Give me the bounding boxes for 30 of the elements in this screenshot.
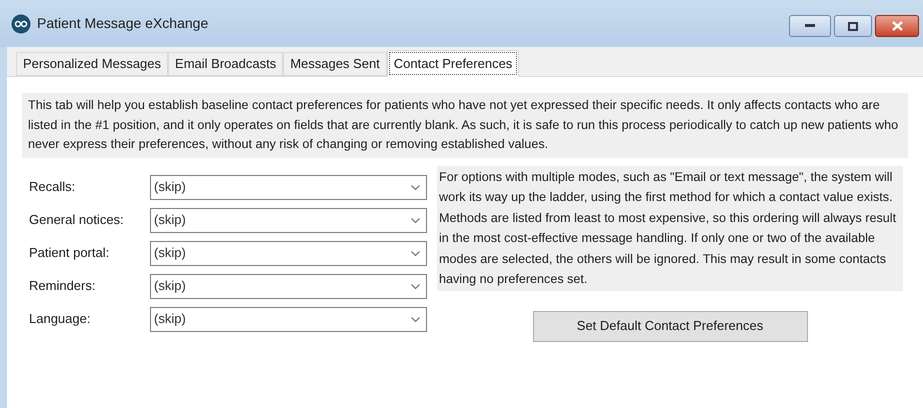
maximize-icon: [848, 22, 858, 30]
minimize-button[interactable]: [789, 15, 831, 37]
chevron-down-icon: [411, 218, 420, 222]
maximize-button[interactable]: [834, 15, 872, 37]
window-title: Patient Message eXchange: [37, 14, 208, 33]
chevron-down-icon: [411, 184, 420, 190]
dropdown[interactable]: (skip): [150, 274, 427, 298]
field-label: Language:: [29, 310, 92, 328]
tab[interactable]: Contact Preferences: [386, 50, 520, 77]
field-label: Recalls:: [29, 178, 76, 196]
tab[interactable]: Email Broadcasts: [168, 52, 284, 76]
intro-text: This tab will help you establish baseline contact preferences for patients who have not yet expressed their specific needs. It only affects contacts who are listed in the #1 position, and it only operates on fields that are currently blank. As such, it is safe to run this process periodically to catch up new patients who never express their preferences, without any risk of changing or removing established values.: [22, 93, 908, 158]
close-icon: [892, 21, 902, 31]
field-label: Patient portal:: [29, 244, 110, 262]
dropdown[interactable]: (skip): [150, 174, 427, 200]
note-text: For options with multiple modes, such as "Email or text message", the system will work its way up the ladder, using the first method for which a contact value exists. Methods are listed from least to most expensive, so this ordering will always result in the most cost-effective message handling. If only one or two of the available modes are selected, the others will be ignored. This may result in some contacts having no preferences set.: [437, 166, 903, 290]
minimize-icon: [805, 24, 815, 28]
chevron-down-icon: [411, 316, 420, 322]
set-defaults-button[interactable]: Set Default Contact Preferences: [532, 310, 808, 342]
chevron-down-icon: [411, 284, 420, 288]
tab[interactable]: Personalized Messages: [16, 52, 168, 76]
tab[interactable]: Messages Sent: [283, 52, 387, 76]
chevron-down-icon: [411, 250, 420, 256]
close-button[interactable]: [875, 15, 919, 37]
dropdown[interactable]: (skip): [150, 208, 427, 232]
dropdown[interactable]: (skip): [150, 240, 427, 266]
app-logo-icon: [11, 14, 31, 34]
field-label: General notices:: [29, 211, 125, 230]
dropdown[interactable]: (skip): [150, 306, 427, 332]
field-label: Reminders:: [29, 277, 96, 296]
